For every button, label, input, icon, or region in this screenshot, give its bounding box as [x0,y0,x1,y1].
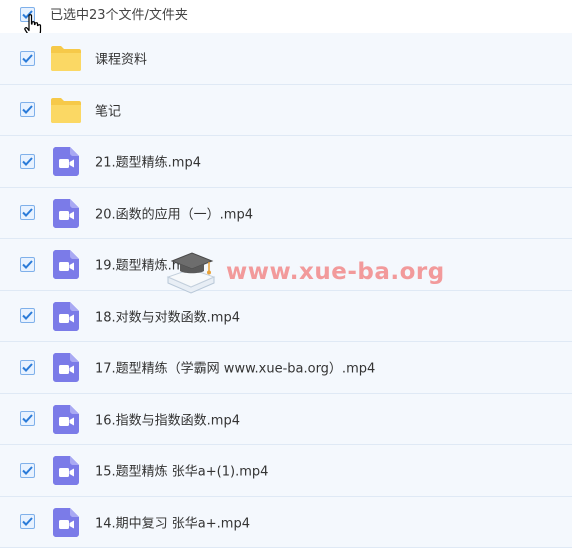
checkmark-icon [22,105,33,115]
file-row[interactable]: 18.对数与对数函数.mp4 [0,290,572,342]
video-file-icon [53,250,79,280]
video-file-icon-wrap [53,250,79,283]
file-name[interactable]: 15.题型精炼 张华a+(1).mp4 [95,461,268,480]
file-checkbox[interactable] [20,462,35,478]
checkmark-icon [22,414,33,424]
checkmark-icon [22,517,33,527]
file-name[interactable]: 20.函数的应用（一）.mp4 [95,203,253,222]
file-checkbox[interactable] [20,205,35,221]
checkmark-icon [22,466,33,475]
video-file-icon-wrap [53,507,79,541]
checkmark-icon [22,208,33,218]
video-file-icon-wrap [53,301,79,335]
video-file-icon [53,456,79,486]
file-row[interactable]: 16.指数与指数函数.mp4 [0,393,572,445]
file-name[interactable]: 21.题型精练.mp4 [95,152,201,171]
file-checkbox[interactable] [20,153,35,169]
video-file-icon [53,507,79,537]
file-checkbox[interactable] [20,308,35,324]
checkmark-icon [22,260,33,269]
video-file-icon-wrap [53,198,79,232]
checkmark-icon [22,363,33,372]
file-name[interactable]: 课程资料 [95,49,147,68]
video-file-icon-wrap [53,353,79,386]
video-file-icon [53,198,79,228]
video-file-icon-wrap [53,404,79,438]
file-checkbox[interactable] [20,256,35,272]
file-checkbox[interactable] [20,411,35,427]
file-checkbox[interactable] [20,102,35,118]
file-name[interactable]: 14.期中复习 张华a+.mp4 [95,512,250,531]
file-row[interactable]: 14.期中复习 张华a+.mp4 [0,496,572,548]
file-checkbox[interactable] [20,359,35,375]
file-name[interactable]: 17.题型精练（学霸网 www.xue-ba.org）.mp4 [95,358,375,377]
file-checkbox[interactable] [20,514,35,530]
checkmark-icon [22,311,33,321]
checkmark-icon [22,54,33,63]
folder-icon [51,46,81,72]
folder-icon-wrap [50,44,82,76]
file-row[interactable]: 21.题型精练.mp4 [0,136,572,188]
video-file-icon [53,301,79,331]
file-row[interactable]: 20.函数的应用（一）.mp4 [0,187,572,239]
folder-icon [51,97,81,123]
file-name[interactable]: 16.指数与指数函数.mp4 [95,409,240,428]
file-row[interactable]: 19.题型精炼.mp4 [0,239,572,291]
file-checkbox[interactable] [20,50,35,66]
file-name[interactable]: 笔记 [95,100,121,119]
video-file-icon [53,404,79,434]
file-name[interactable]: 18.对数与对数函数.mp4 [95,306,240,325]
file-name[interactable]: 19.题型精炼.mp4 [95,255,201,274]
selection-count-text: 已选中23个文件/文件夹 [50,8,188,23]
selection-header: 已选中23个文件/文件夹 [0,0,572,33]
checkmark-icon [22,157,33,166]
file-row[interactable]: 17.题型精练（学霸网 www.xue-ba.org）.mp4 [0,342,572,394]
folder-icon-wrap [50,96,82,128]
video-file-icon-wrap [53,456,79,489]
file-row[interactable]: 课程资料 [0,33,572,85]
file-row[interactable]: 15.题型精炼 张华a+(1).mp4 [0,445,572,497]
file-row[interactable]: 笔记 [0,84,572,136]
video-file-icon [53,147,79,177]
video-file-icon [53,353,79,383]
video-file-icon-wrap [53,147,79,180]
file-list: 课程资料笔记 21.题型精练.mp4 20.函数的应用（一）.mp4 19.题型精炼.… [0,33,572,548]
